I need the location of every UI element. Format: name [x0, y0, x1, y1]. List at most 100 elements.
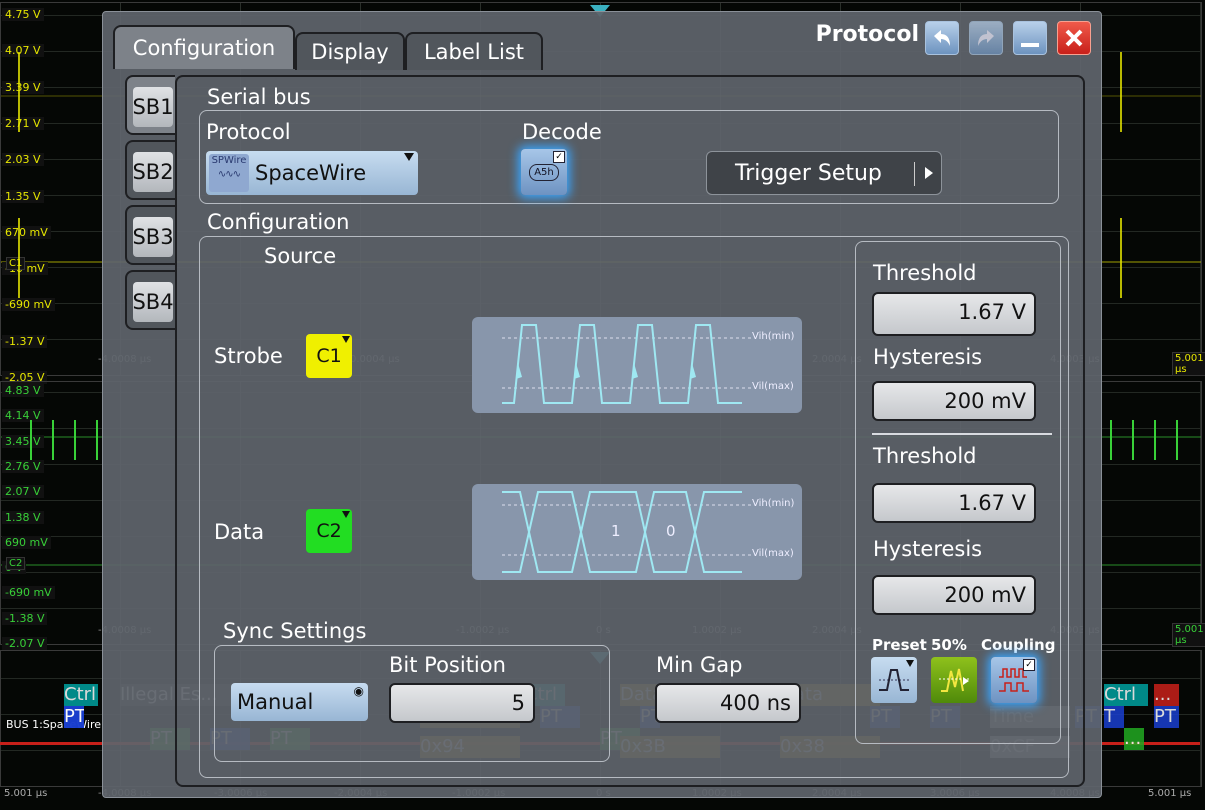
ch2-volt-label: 4.83 V	[2, 384, 44, 397]
waveform-spike	[1154, 420, 1156, 460]
ch1-volt-label: 4.75 V	[2, 8, 44, 21]
minimize-icon	[1021, 43, 1039, 47]
waveform-spike	[1132, 420, 1134, 460]
tab-display[interactable]: Display	[295, 32, 405, 70]
chevron-down-icon	[342, 511, 350, 518]
chevron-down-icon	[342, 336, 350, 343]
coupling-toggle[interactable]: ✓	[991, 657, 1037, 703]
minimize-button[interactable]	[1013, 21, 1047, 55]
redo-button[interactable]	[969, 21, 1003, 55]
bus-segment[interactable]: Ctrl	[64, 684, 98, 706]
side-tab-sb2[interactable]: SB2	[125, 140, 175, 200]
waveform-spike	[18, 218, 20, 298]
waveform-spike	[52, 420, 54, 460]
ch1-marker[interactable]: C1	[6, 257, 26, 270]
vih-label: Vih(min)	[752, 331, 795, 342]
bus-label: BUS 1:SpaceWire	[6, 718, 102, 731]
bit-position-input[interactable]: 5	[389, 683, 535, 723]
checkbox-icon: ✓	[553, 151, 565, 163]
waveform-spike	[30, 420, 32, 460]
protocol-dialog: Configuration Display Label List Protoco…	[102, 11, 1102, 798]
decode-label: Decode	[522, 120, 602, 144]
strobe-channel-select[interactable]: C1	[306, 334, 352, 378]
ch2-volt-label: -1.38 V	[2, 611, 48, 625]
bit-position-label: Bit Position	[389, 653, 506, 677]
side-tab-sb4[interactable]: SB4	[125, 270, 175, 330]
ch2-volt-label: -2.07 V	[2, 637, 48, 650]
coupling-label: Coupling	[981, 636, 1056, 654]
sb4-button[interactable]: SB4	[132, 282, 174, 322]
trigger-setup-button[interactable]: Trigger Setup	[706, 151, 942, 195]
source-label: Source	[264, 244, 337, 268]
hysteresis2-label: Hysteresis	[873, 537, 983, 561]
sync-mode-value: Manual	[237, 690, 314, 714]
ch1-volt-label: 670 mV	[2, 225, 51, 239]
undo-icon	[934, 30, 950, 46]
waveform-spike	[74, 420, 76, 460]
hysteresis1-input[interactable]: 200 mV	[872, 381, 1036, 421]
fifty-percent-button[interactable]	[931, 657, 977, 703]
bus-segment[interactable]: PT	[1154, 706, 1179, 728]
sync-mode-select[interactable]: Manual ◉	[231, 683, 368, 721]
side-tab-sb3[interactable]: SB3	[125, 205, 175, 265]
bus-segment[interactable]: T	[1104, 706, 1124, 728]
ch1-volt-label: 4.07 V	[2, 44, 44, 58]
sync-settings-heading: Sync Settings	[223, 619, 367, 643]
threshold2-input[interactable]: 1.67 V	[872, 483, 1036, 523]
start-time: 5.001 µs	[4, 788, 48, 799]
divider-line	[914, 162, 915, 186]
checkbox-icon: ✓	[1023, 659, 1035, 671]
bus-segment[interactable]: Ctrl	[1104, 684, 1148, 706]
hex-decode-icon: A5h	[529, 163, 559, 181]
bus-segment[interactable]: ...	[1124, 728, 1144, 750]
bus-segment[interactable]: ...	[1154, 684, 1179, 706]
decode-toggle[interactable]: A5h ✓	[521, 149, 567, 195]
threshold-divider	[872, 433, 1052, 435]
serial-bus-heading: Serial bus	[207, 85, 311, 109]
tab-configuration[interactable]: Configuration	[113, 25, 295, 69]
ch1-volt-label: -1.37 V	[2, 334, 48, 348]
sb1-button[interactable]: SB1	[132, 87, 174, 127]
side-tab-sb1[interactable]: SB1	[125, 75, 175, 135]
close-button[interactable]	[1057, 21, 1091, 55]
bit-one-label: 1	[611, 522, 621, 540]
sb3-button[interactable]: SB3	[132, 217, 174, 257]
configuration-heading: Configuration	[207, 210, 350, 234]
bus-segment[interactable]: PT	[64, 706, 84, 728]
threshold1-input[interactable]: 1.67 V	[872, 292, 1036, 336]
strobe-channel-value: C1	[316, 345, 342, 367]
ch1-volt-label: 1.35 V	[2, 189, 44, 203]
ch1-volt-label: 2.71 V	[2, 116, 44, 130]
ch2-volt-label: 2.07 V	[2, 485, 44, 499]
waveform-spike	[1176, 420, 1178, 460]
strobe-label: Strobe	[214, 344, 283, 368]
ch1-volt-label: 3.39 V	[2, 80, 44, 94]
fifty-percent-label: 50%	[931, 636, 967, 654]
data-channel-value: C2	[316, 520, 342, 542]
min-gap-label: Min Gap	[656, 653, 743, 677]
ch2-volt-label: 2.76 V	[2, 459, 44, 473]
preset-waveform-icon	[879, 669, 909, 691]
chevron-down-icon	[906, 660, 914, 667]
threshold2-label: Threshold	[873, 444, 977, 468]
waveform-spike	[1110, 420, 1112, 460]
protocol-select[interactable]: SPWire ∿∿∿ SpaceWire	[206, 151, 418, 195]
vil-label: Vil(max)	[752, 381, 794, 392]
ch2-end-time: 5.001 µs	[1172, 623, 1205, 647]
ch2-volt-label: 1.38 V	[2, 510, 44, 524]
eye-icon: ◉	[353, 684, 364, 698]
preset-button[interactable]	[871, 657, 917, 703]
close-icon	[1065, 29, 1083, 47]
undo-button[interactable]	[925, 21, 959, 55]
data-channel-select[interactable]: C2	[306, 509, 352, 553]
threshold1-label: Threshold	[873, 261, 977, 285]
waveform-spike	[1120, 218, 1122, 298]
ch2-marker[interactable]: C2	[6, 557, 26, 570]
protocol-label: Protocol	[206, 120, 291, 144]
hysteresis2-input[interactable]: 200 mV	[872, 575, 1036, 615]
tab-label-list[interactable]: Label List	[405, 32, 543, 70]
sb2-button[interactable]: SB2	[132, 152, 174, 192]
auto-level-icon	[939, 668, 969, 692]
min-gap-input[interactable]: 400 ns	[655, 683, 801, 723]
waveform-spike	[96, 420, 98, 460]
